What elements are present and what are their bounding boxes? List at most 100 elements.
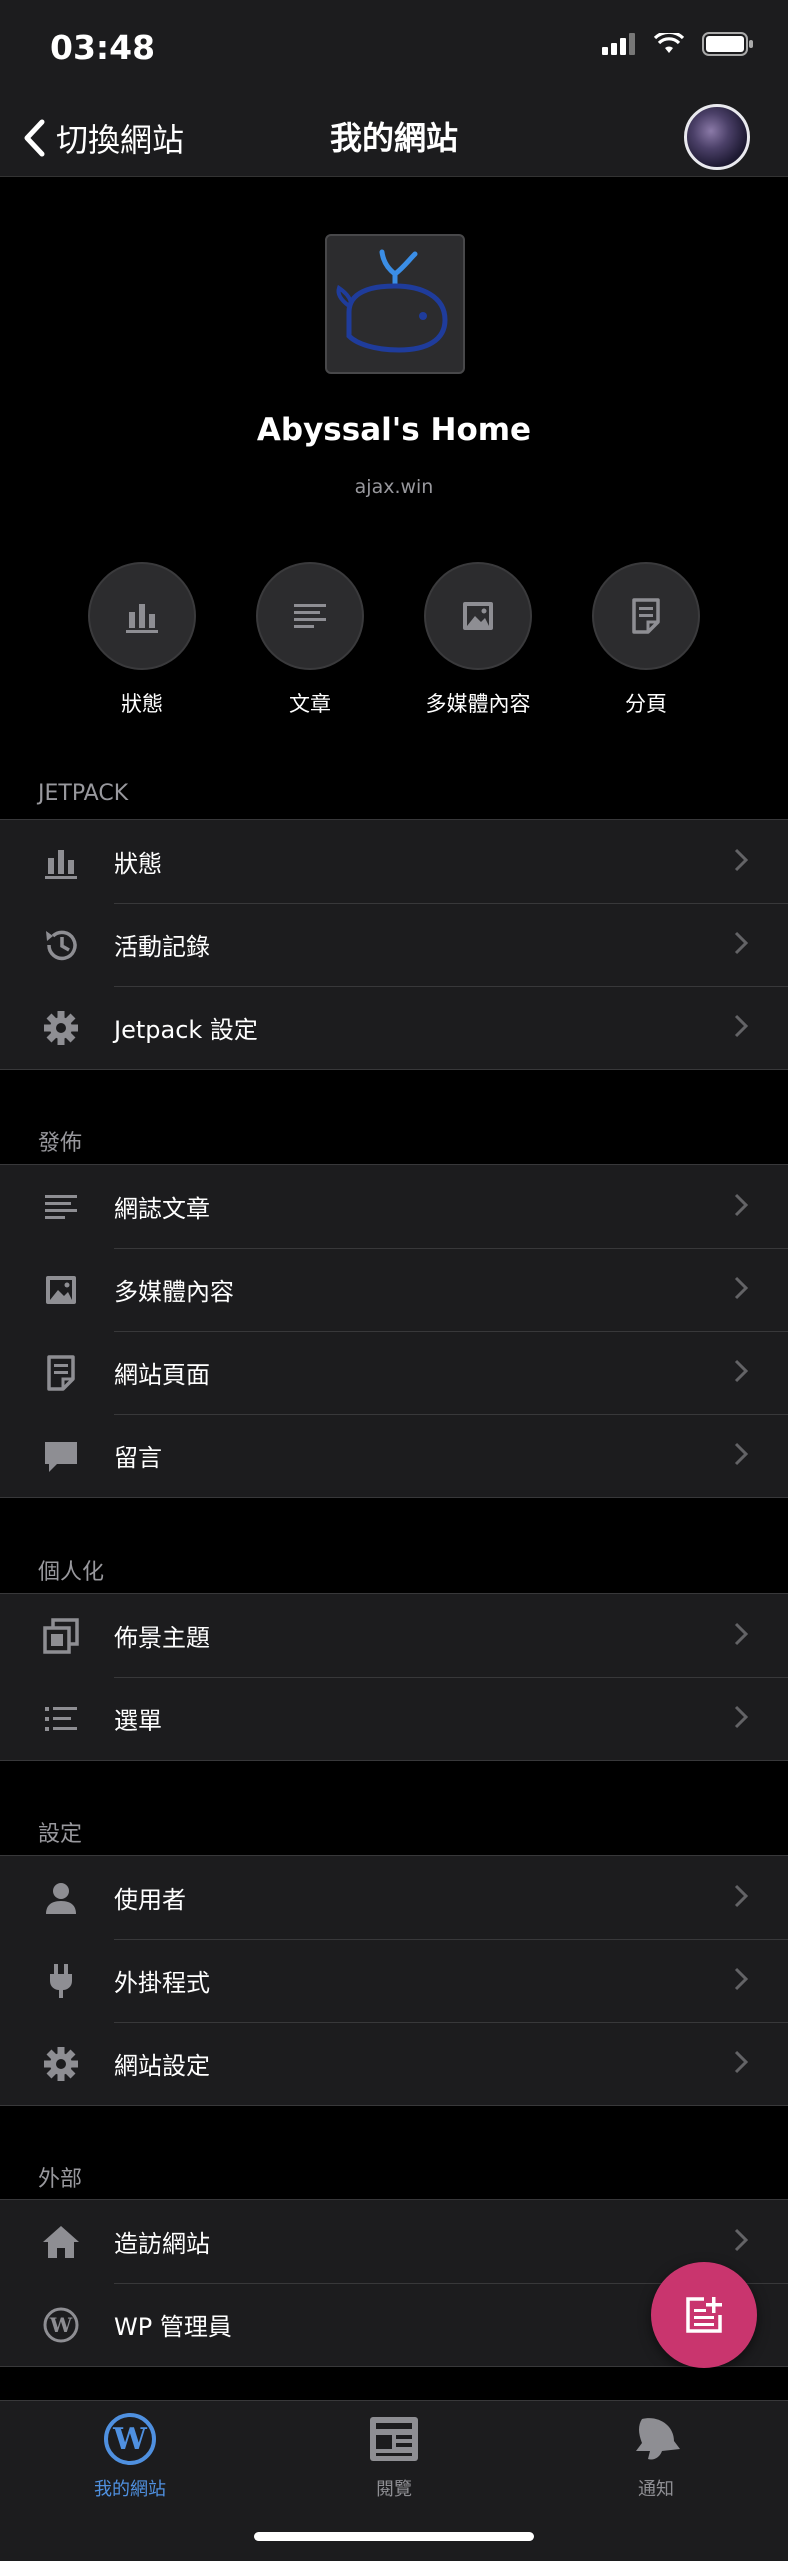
menu-item-label: Jetpack 設定 xyxy=(114,1016,258,1044)
quick-action-circle xyxy=(88,562,196,670)
menu-item-label: 網站頁面 xyxy=(114,1361,210,1389)
tab-notifications[interactable]: 通知 xyxy=(556,2411,756,2501)
svg-text:W: W xyxy=(112,2422,148,2457)
section-header-external: 外部 xyxy=(38,2167,83,2192)
menu-item-label: 活動記錄 xyxy=(114,933,210,961)
quick-action-circle xyxy=(256,562,364,670)
menu-item-label: 多媒體內容 xyxy=(114,1278,234,1306)
quick-action-circle xyxy=(592,562,700,670)
chevron-right-icon xyxy=(734,1622,748,1646)
menu-item-jetpack-stats[interactable]: 狀態 xyxy=(0,820,788,903)
quick-action-stats[interactable]: 狀態 xyxy=(58,562,226,718)
svg-text:W: W xyxy=(49,2313,73,2337)
quick-action-pages[interactable]: 分頁 xyxy=(562,562,730,718)
menu-item-label: 使用者 xyxy=(114,1886,186,1914)
gear-icon xyxy=(44,1010,78,1045)
chevron-right-icon xyxy=(734,1193,748,1217)
tab-reader[interactable]: 閱覽 xyxy=(294,2411,494,2501)
chevron-right-icon xyxy=(734,2228,748,2252)
posts-icon xyxy=(45,1194,77,1219)
menu-item-label: 選單 xyxy=(114,1707,162,1735)
menu-list-icon xyxy=(45,1706,77,1731)
comment-icon xyxy=(45,1441,77,1472)
site-icon[interactable] xyxy=(325,234,465,374)
publish-group: 網誌文章 多媒體內容 網站頁面 留言 xyxy=(0,1164,788,1498)
menu-item-label: 留言 xyxy=(114,1444,162,1472)
page-title: 我的網站 xyxy=(329,119,458,157)
themes-icon xyxy=(43,1617,79,1654)
chevron-right-icon xyxy=(734,1014,748,1038)
section-header-personalize: 個人化 xyxy=(38,1560,105,1585)
site-url[interactable]: ajax.win xyxy=(0,476,788,498)
menu-item-site-settings[interactable]: 網站設定 xyxy=(0,2022,788,2105)
menu-item-label: 狀態 xyxy=(114,850,162,878)
history-icon xyxy=(46,930,77,960)
create-post-icon xyxy=(686,2297,722,2333)
create-button[interactable] xyxy=(651,2262,757,2368)
menu-item-blog-posts[interactable]: 網誌文章 xyxy=(0,1165,788,1248)
menu-item-label: 造訪網站 xyxy=(114,2230,210,2258)
settings-group: 使用者 外掛程式 網站設定 xyxy=(0,1855,788,2106)
pages-icon xyxy=(632,598,660,634)
menu-item-label: 外掛程式 xyxy=(114,1969,210,1997)
menu-item-menus[interactable]: 選單 xyxy=(0,1677,788,1760)
cellular-signal-icon xyxy=(602,33,635,55)
menu-item-plugins[interactable]: 外掛程式 xyxy=(0,1939,788,2022)
tab-label: 通知 xyxy=(638,2479,674,2500)
media-icon xyxy=(463,602,493,630)
chevron-right-icon xyxy=(734,1276,748,1300)
chevron-right-icon xyxy=(734,1359,748,1383)
section-header-settings: 設定 xyxy=(38,1822,83,1847)
menu-item-label: 網誌文章 xyxy=(114,1195,210,1223)
jetpack-group: 狀態 活動記錄 Jetpack 設定 xyxy=(0,819,788,1070)
status-time: 03:48 xyxy=(50,28,156,67)
menu-item-comments[interactable]: 留言 xyxy=(0,1414,788,1497)
site-name: Abyssal's Home xyxy=(256,412,532,448)
reader-icon xyxy=(370,2417,418,2461)
personalize-group: 佈景主題 選單 xyxy=(0,1593,788,1761)
plug-icon xyxy=(50,1963,72,1998)
section-header-jetpack: JETPACK xyxy=(38,781,129,806)
chevron-right-icon xyxy=(734,1884,748,1908)
quick-action-posts[interactable]: 文章 xyxy=(226,562,394,718)
home-indicator xyxy=(254,2532,534,2541)
tab-label: 我的網站 xyxy=(94,2479,166,2500)
battery-icon xyxy=(702,32,753,56)
menu-item-visit-site[interactable]: 造訪網站 xyxy=(0,2200,788,2283)
nav-bar: 切換網站 我的網站 xyxy=(0,100,788,177)
media-icon xyxy=(46,1275,76,1304)
gear-icon xyxy=(44,2046,78,2081)
wordpress-icon: W xyxy=(43,2307,79,2342)
stats-icon xyxy=(45,849,77,879)
quick-action-circle xyxy=(424,562,532,670)
quick-action-label: 狀態 xyxy=(121,692,163,716)
tab-my-sites[interactable]: W 我的網站 xyxy=(30,2411,230,2501)
quick-action-media[interactable]: 多媒體內容 xyxy=(394,562,562,718)
chevron-right-icon xyxy=(734,1967,748,1991)
menu-item-activity-log[interactable]: 活動記錄 xyxy=(0,903,788,986)
menu-item-label: 佈景主題 xyxy=(114,1624,210,1652)
whale-logo-icon xyxy=(336,249,448,353)
house-icon xyxy=(43,2225,79,2258)
chevron-right-icon xyxy=(734,1705,748,1729)
section-header-publish: 發佈 xyxy=(38,1131,83,1156)
wifi-icon xyxy=(654,33,684,53)
avatar[interactable] xyxy=(684,104,750,170)
menu-item-label: 網站設定 xyxy=(114,2052,210,2080)
wordpress-icon: W xyxy=(104,2413,156,2465)
menu-item-jetpack-settings[interactable]: Jetpack 設定 xyxy=(0,986,788,1069)
menu-item-site-pages[interactable]: 網站頁面 xyxy=(0,1331,788,1414)
menu-item-users[interactable]: 使用者 xyxy=(0,1856,788,1939)
chevron-right-icon xyxy=(734,1442,748,1466)
chevron-right-icon xyxy=(734,848,748,872)
chevron-right-icon xyxy=(734,2050,748,2074)
quick-action-label: 文章 xyxy=(289,692,331,716)
menu-item-media[interactable]: 多媒體內容 xyxy=(0,1248,788,1331)
posts-icon xyxy=(294,604,326,628)
stats-icon xyxy=(126,604,158,633)
user-icon xyxy=(46,1882,76,1914)
status-bar: 03:48 xyxy=(0,0,788,100)
chevron-right-icon xyxy=(734,931,748,955)
menu-item-label: WP 管理員 xyxy=(114,2313,232,2341)
menu-item-themes[interactable]: 佈景主題 xyxy=(0,1594,788,1677)
